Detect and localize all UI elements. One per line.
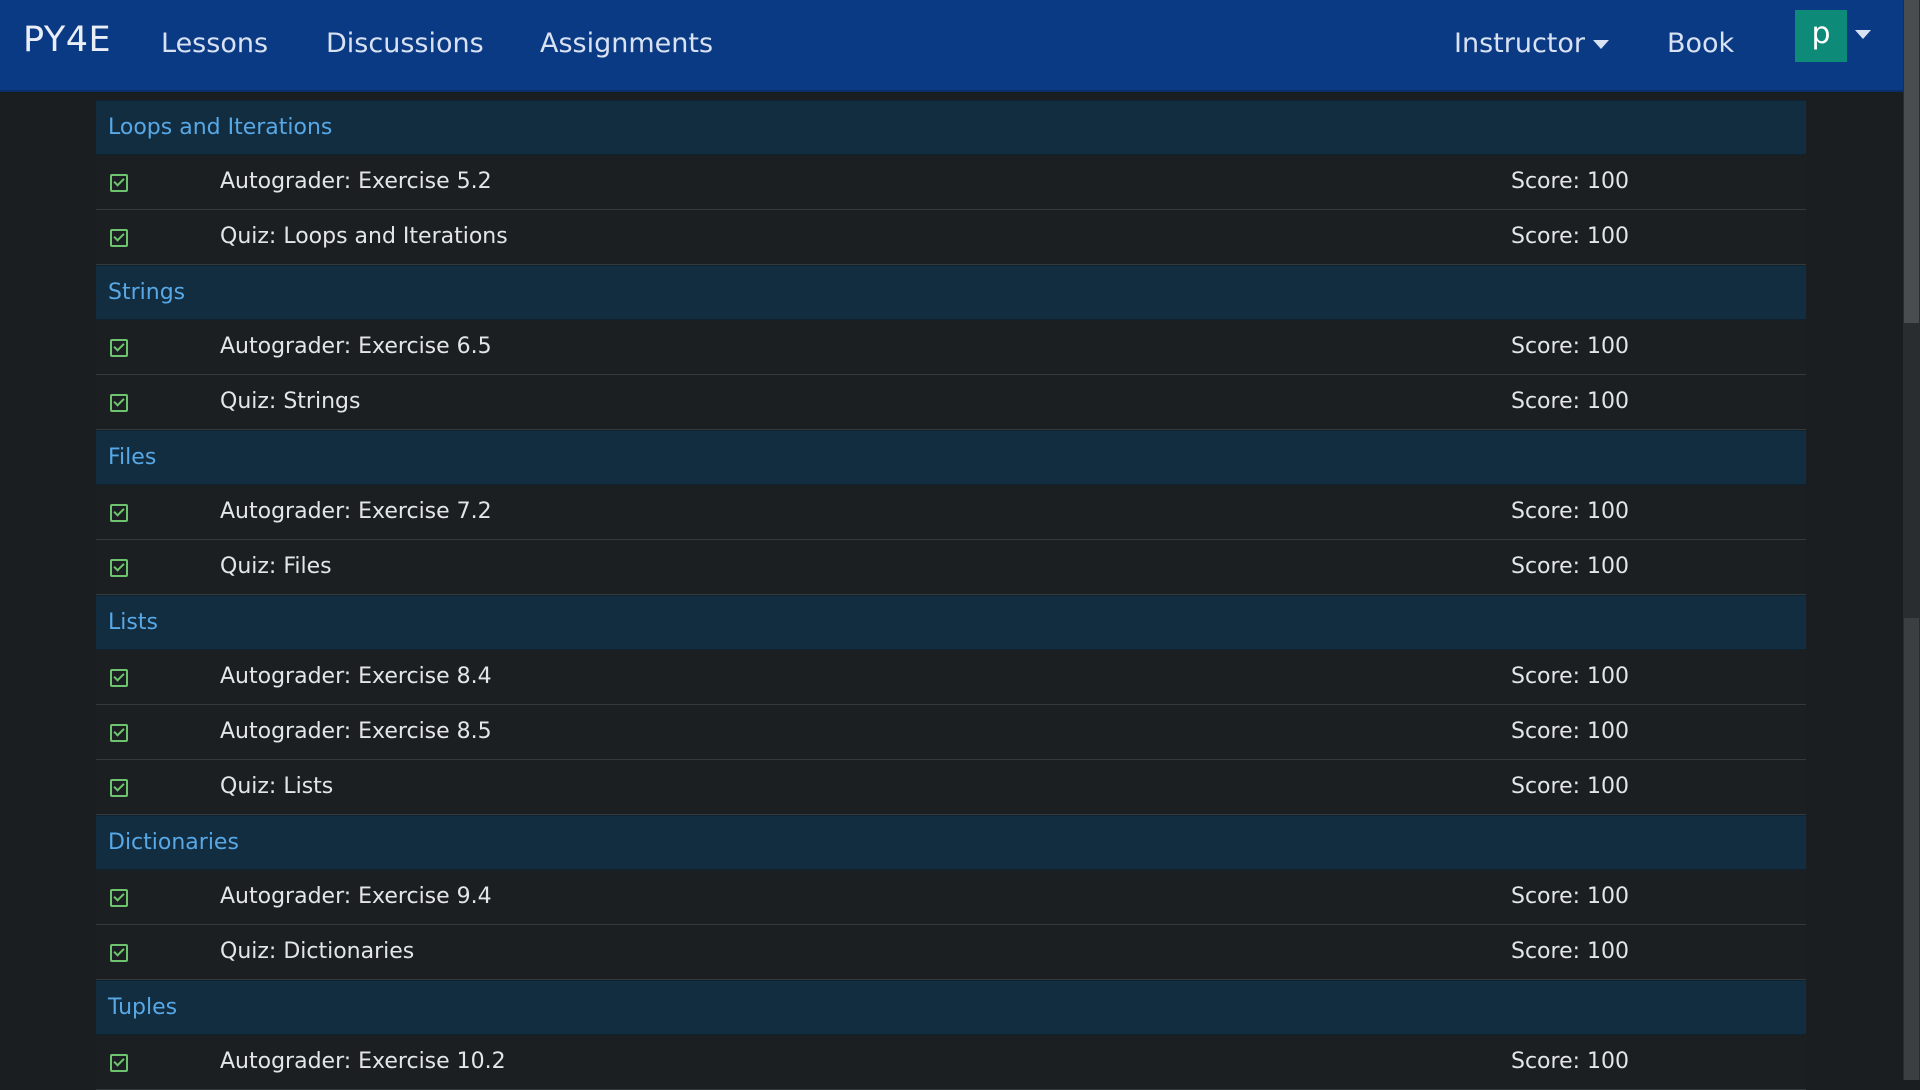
- avatar[interactable]: p: [1795, 10, 1847, 62]
- item-title-link[interactable]: Autograder: Exercise 8.5: [220, 705, 492, 759]
- item-title-link[interactable]: Autograder: Exercise 10.2: [220, 1035, 506, 1089]
- list-item: Autograder: Exercise 7.2 Score: 100: [96, 485, 1806, 540]
- checkbox-checked-icon: [110, 779, 128, 797]
- item-title-link[interactable]: Quiz: Strings: [220, 375, 360, 429]
- section-header[interactable]: Strings: [96, 265, 1806, 320]
- checkbox-checked-icon: [110, 504, 128, 522]
- item-score: Score: 100: [1511, 719, 1630, 744]
- item-title-link[interactable]: Autograder: Exercise 9.4: [220, 870, 492, 924]
- item-title-link[interactable]: Quiz: Files: [220, 540, 332, 594]
- nav-instructor-label: Instructor: [1454, 28, 1585, 59]
- top-navbar: PY4E Lessons Discussions Assignments Ins…: [0, 0, 1903, 92]
- item-score: Score: 100: [1511, 939, 1630, 964]
- item-title-link[interactable]: Autograder: Exercise 5.2: [220, 155, 492, 209]
- list-item: Autograder: Exercise 9.4 Score: 100: [96, 870, 1806, 925]
- scrollbar-thumb[interactable]: [1904, 0, 1919, 323]
- list-item: Quiz: Lists Score: 100: [96, 760, 1806, 815]
- item-score: Score: 100: [1511, 499, 1630, 524]
- checkbox-checked-icon: [110, 724, 128, 742]
- item-score: Score: 100: [1511, 389, 1630, 414]
- item-score: Score: 100: [1511, 1049, 1630, 1074]
- list-item: Quiz: Files Score: 100: [96, 540, 1806, 595]
- item-score: Score: 100: [1511, 664, 1630, 689]
- item-title-link[interactable]: Autograder: Exercise 7.2: [220, 485, 492, 539]
- checkbox-checked-icon: [110, 559, 128, 577]
- checkbox-checked-icon: [110, 229, 128, 247]
- section-header[interactable]: Loops and Iterations: [96, 100, 1806, 155]
- list-item: Autograder: Exercise 8.5 Score: 100: [96, 705, 1806, 760]
- list-item: Quiz: Loops and Iterations Score: 100: [96, 210, 1806, 265]
- scrollbar-region: [1904, 618, 1919, 1080]
- caret-down-icon[interactable]: [1855, 30, 1871, 39]
- checkbox-checked-icon: [110, 1054, 128, 1072]
- nav-instructor-dropdown[interactable]: Instructor: [1454, 28, 1609, 59]
- nav-discussions[interactable]: Discussions: [326, 28, 484, 59]
- section-header[interactable]: Dictionaries: [96, 815, 1806, 870]
- brand-logo[interactable]: PY4E: [23, 20, 111, 60]
- section-header[interactable]: Files: [96, 430, 1806, 485]
- item-score: Score: 100: [1511, 334, 1630, 359]
- nav-assignments[interactable]: Assignments: [540, 28, 713, 59]
- list-item: Autograder: Exercise 6.5 Score: 100: [96, 320, 1806, 375]
- item-title-link[interactable]: Autograder: Exercise 6.5: [220, 320, 492, 374]
- list-item: Autograder: Exercise 5.2 Score: 100: [96, 155, 1806, 210]
- section-header[interactable]: Lists: [96, 595, 1806, 650]
- checkbox-checked-icon: [110, 394, 128, 412]
- checkbox-checked-icon: [110, 174, 128, 192]
- caret-down-icon: [1593, 40, 1609, 49]
- item-score: Score: 100: [1511, 774, 1630, 799]
- list-item: Autograder: Exercise 8.4 Score: 100: [96, 650, 1806, 705]
- item-score: Score: 100: [1511, 554, 1630, 579]
- checkbox-checked-icon: [110, 669, 128, 687]
- assignments-list: Loops and Iterations Autograder: Exercise…: [96, 100, 1806, 1090]
- section-header[interactable]: Tuples: [96, 980, 1806, 1035]
- nav-lessons[interactable]: Lessons: [161, 28, 268, 59]
- item-score: Score: 100: [1511, 884, 1630, 909]
- checkbox-checked-icon: [110, 339, 128, 357]
- list-item: Quiz: Strings Score: 100: [96, 375, 1806, 430]
- item-score: Score: 100: [1511, 169, 1630, 194]
- checkbox-checked-icon: [110, 944, 128, 962]
- list-item: Autograder: Exercise 10.2 Score: 100: [96, 1035, 1806, 1090]
- item-score: Score: 100: [1511, 224, 1630, 249]
- list-item: Quiz: Dictionaries Score: 100: [96, 925, 1806, 980]
- item-title-link[interactable]: Quiz: Lists: [220, 760, 333, 814]
- nav-book[interactable]: Book: [1667, 28, 1734, 59]
- item-title-link[interactable]: Quiz: Dictionaries: [220, 925, 414, 979]
- checkbox-checked-icon: [110, 889, 128, 907]
- item-title-link[interactable]: Quiz: Loops and Iterations: [220, 210, 508, 264]
- item-title-link[interactable]: Autograder: Exercise 8.4: [220, 650, 492, 704]
